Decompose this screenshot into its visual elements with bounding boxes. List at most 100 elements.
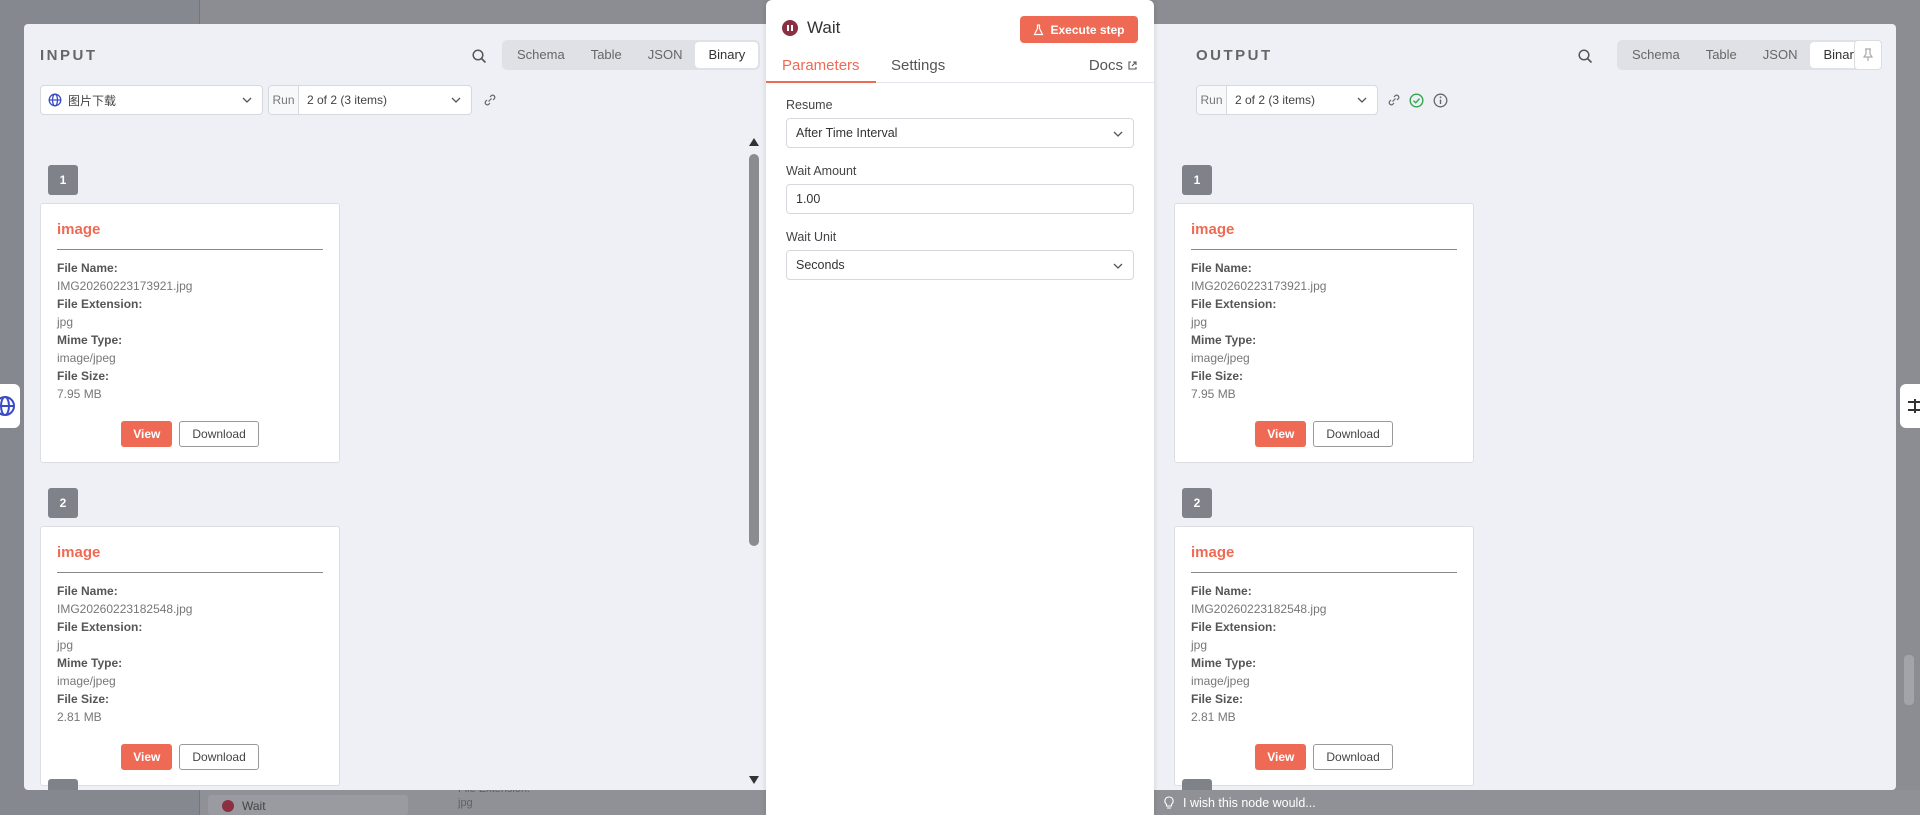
- download-button[interactable]: Download: [1313, 744, 1393, 770]
- input-view-tabs: Schema Table JSON Binary: [502, 40, 761, 70]
- card-divider: [1191, 572, 1457, 573]
- file-extension-value: jpg: [1191, 638, 1208, 652]
- card-divider: [57, 249, 323, 250]
- binary-item-card: image File Name: IMG20260223173921.jpg F…: [40, 203, 340, 463]
- input-tab-schema[interactable]: Schema: [504, 42, 578, 68]
- next-node-button[interactable]: [1900, 384, 1920, 428]
- file-name-value: IMG20260223173921.jpg: [57, 279, 193, 293]
- input-tab-binary[interactable]: Binary: [695, 42, 759, 68]
- input-tab-json[interactable]: JSON: [635, 42, 696, 68]
- flask-icon: [1033, 23, 1044, 35]
- file-name-value: IMG20260223182548.jpg: [57, 602, 193, 616]
- binary-metadata: File Name: IMG20260223173921.jpg File Ex…: [1191, 261, 1327, 401]
- item-index-badge: 2: [1182, 488, 1212, 518]
- binary-key-title: image: [1191, 544, 1235, 561]
- backdrop-scrollbar: [1904, 655, 1914, 705]
- item-index-badge-partial: [48, 779, 78, 790]
- tab-parameters[interactable]: Parameters: [782, 57, 860, 74]
- output-panel-title: OUTPUT: [1196, 47, 1273, 64]
- view-button[interactable]: View: [1255, 744, 1307, 770]
- binary-key-title: image: [57, 221, 101, 238]
- node-settings-panel: Wait Execute step Parameters Settings Do…: [766, 0, 1154, 815]
- node-feedback-link[interactable]: I wish this node would...: [1163, 790, 1316, 815]
- file-size-value: 2.81 MB: [1191, 710, 1236, 724]
- lightbulb-icon: [1164, 795, 1174, 809]
- pin-data-button[interactable]: [1854, 40, 1882, 70]
- download-button[interactable]: Download: [179, 421, 259, 447]
- binary-metadata: File Name: IMG20260223182548.jpg File Ex…: [57, 584, 193, 724]
- tab-settings[interactable]: Settings: [891, 57, 945, 74]
- file-extension-value: jpg: [1191, 315, 1208, 329]
- mime-type-value: image/jpeg: [1191, 351, 1250, 365]
- output-search-button[interactable]: [1574, 45, 1596, 67]
- pin-icon: [1862, 48, 1874, 61]
- output-tab-table[interactable]: Table: [1693, 42, 1750, 68]
- pause-icon: [782, 20, 798, 36]
- link-icon: [1388, 94, 1400, 106]
- docs-link[interactable]: Docs: [1089, 57, 1138, 74]
- scroll-up-arrow[interactable]: [749, 138, 759, 146]
- item-index-badge: 2: [48, 488, 78, 518]
- globe-icon: [0, 396, 15, 416]
- input-panel: INPUT Schema Table JSON Binary 图片下载 Run …: [24, 24, 766, 790]
- wait-unit-select[interactable]: Seconds: [786, 250, 1134, 280]
- previous-node-globe-button[interactable]: [0, 384, 20, 428]
- input-items-list[interactable]: 1 image File Name: IMG20260223173921.jpg…: [24, 136, 766, 790]
- input-linked-runs-button[interactable]: [482, 92, 498, 108]
- view-button[interactable]: View: [121, 744, 173, 770]
- scroll-down-arrow[interactable]: [749, 776, 759, 784]
- file-extension-value: jpg: [57, 638, 74, 652]
- output-run-value: 2 of 2 (3 items): [1235, 93, 1316, 107]
- output-linked-runs-button[interactable]: [1386, 92, 1402, 108]
- output-items-list[interactable]: 1 image File Name: IMG20260223173921.jpg…: [1172, 136, 1878, 790]
- file-size-value: 7.95 MB: [1191, 387, 1236, 401]
- output-run-label: Run: [1197, 86, 1227, 114]
- binary-item-card: image File Name: IMG20260223173921.jpg F…: [1174, 203, 1474, 463]
- output-tab-schema[interactable]: Schema: [1619, 42, 1693, 68]
- scroll-thumb[interactable]: [749, 154, 759, 546]
- resume-select[interactable]: After Time Interval: [786, 118, 1134, 148]
- run-info-button[interactable]: [1432, 92, 1448, 108]
- download-button[interactable]: Download: [1313, 421, 1393, 447]
- binary-key-title: image: [1191, 221, 1235, 238]
- split-icon: [1908, 399, 1920, 413]
- node-title[interactable]: Wait: [807, 18, 840, 38]
- binary-metadata: File Name: IMG20260223182548.jpg File Ex…: [1191, 584, 1327, 724]
- file-name-value: IMG20260223182548.jpg: [1191, 602, 1327, 616]
- output-tab-json[interactable]: JSON: [1750, 42, 1811, 68]
- output-panel: OUTPUT Schema Table JSON Binary Run 2 of…: [1172, 24, 1896, 790]
- check-circle-icon: [1408, 92, 1424, 108]
- input-run-label: Run: [269, 86, 299, 114]
- wait-unit-label: Wait Unit: [786, 230, 837, 244]
- execute-step-button[interactable]: Execute step: [1020, 16, 1138, 43]
- mime-type-value: image/jpeg: [1191, 674, 1250, 688]
- view-button[interactable]: View: [121, 421, 173, 447]
- binary-key-title: image: [57, 544, 101, 561]
- view-button[interactable]: View: [1255, 421, 1307, 447]
- active-tab-indicator: [766, 81, 876, 83]
- binary-metadata: File Name: IMG20260223173921.jpg File Ex…: [57, 261, 193, 401]
- link-icon: [484, 94, 496, 106]
- file-extension-value: jpg: [57, 315, 74, 329]
- chevron-down-icon: [242, 97, 252, 103]
- download-button[interactable]: Download: [179, 744, 259, 770]
- search-icon: [1577, 48, 1592, 63]
- file-size-value: 2.81 MB: [57, 710, 102, 724]
- success-status: [1408, 92, 1424, 108]
- input-node-select-value: 图片下载: [68, 93, 117, 108]
- input-node-select[interactable]: 图片下载: [40, 85, 263, 115]
- output-run-select[interactable]: Run 2 of 2 (3 items): [1196, 85, 1378, 115]
- output-view-tabs: Schema Table JSON Binary: [1617, 40, 1876, 70]
- input-search-button[interactable]: [468, 45, 490, 67]
- card-divider: [1191, 249, 1457, 250]
- external-link-icon: [1128, 61, 1137, 70]
- mime-type-value: image/jpeg: [57, 351, 116, 365]
- wait-amount-input[interactable]: 1.00: [786, 184, 1134, 214]
- input-run-select[interactable]: Run 2 of 2 (3 items): [268, 85, 472, 115]
- chevron-down-icon: [1113, 263, 1123, 269]
- node-header: Wait: [782, 18, 840, 38]
- binary-item-card: image File Name: IMG20260223182548.jpg F…: [1174, 526, 1474, 786]
- chevron-down-icon: [1357, 97, 1367, 103]
- input-scrollbar[interactable]: [748, 136, 760, 790]
- input-tab-table[interactable]: Table: [578, 42, 635, 68]
